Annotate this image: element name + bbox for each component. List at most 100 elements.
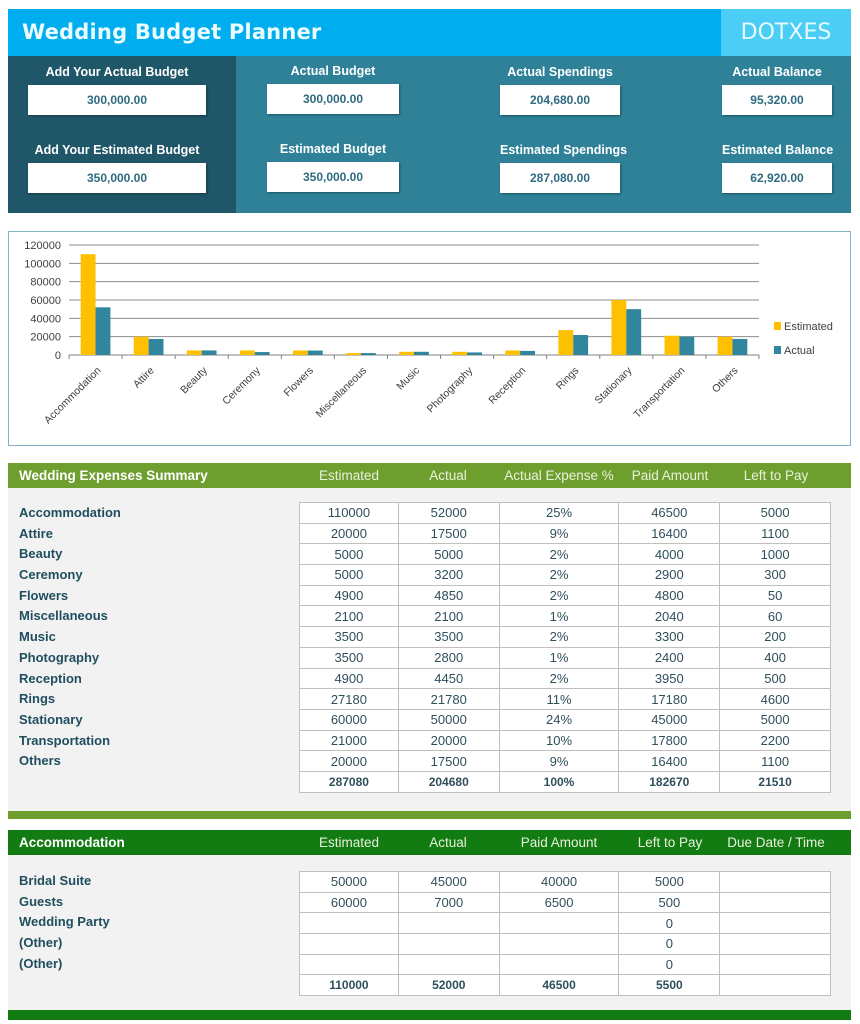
table-cell[interactable]: 16400 [618,750,721,772]
table-cell[interactable]: 1% [498,646,620,669]
table-cell[interactable]: 16400 [618,522,721,545]
table-cell[interactable]: 60000 [299,891,399,914]
table-cell[interactable]: 3500 [397,626,500,648]
table-cell[interactable]: 9% [498,750,620,772]
table-cell[interactable]: 24% [498,708,620,731]
table-cell[interactable] [498,933,620,955]
table-cell[interactable] [397,933,500,955]
table-cell[interactable]: 50 [719,584,831,607]
table-cell[interactable]: 50000 [397,708,500,731]
column-header[interactable]: Left to Pay [744,468,809,483]
table-cell[interactable]: 40000 [498,871,620,893]
table-cell[interactable]: 3500 [299,626,399,648]
table-cell[interactable]: 0 [618,953,721,976]
table-cell[interactable]: 500 [618,891,721,914]
table-cell[interactable] [719,953,831,976]
table-cell[interactable]: 2% [498,667,620,690]
table-cell[interactable]: 5000 [719,502,831,524]
table-cell[interactable]: 2% [498,564,620,586]
estimated-budget-input[interactable]: 350,000.00 [28,163,206,193]
table-cell[interactable]: 10% [498,729,620,752]
column-header[interactable]: Estimated [319,468,379,483]
table-cell[interactable]: 46500 [618,502,721,524]
table-cell[interactable]: 5000 [299,564,399,586]
column-header[interactable]: Actual [429,835,467,850]
table-cell[interactable]: 1000 [719,543,831,566]
table-cell[interactable]: 300 [719,564,831,586]
table-cell[interactable]: 60000 [299,708,399,731]
table-cell[interactable] [498,953,620,976]
table-cell[interactable]: 60 [719,605,831,628]
table-cell[interactable]: 3200 [397,564,500,586]
table-cell[interactable]: 45000 [618,708,721,731]
table-cell[interactable]: 2% [498,626,620,648]
table-cell[interactable]: 4800 [618,584,721,607]
table-cell[interactable]: 2100 [397,605,500,628]
column-header[interactable]: Paid Amount [521,835,598,850]
column-header[interactable]: Estimated [319,835,379,850]
table-cell[interactable]: 27180 [299,688,399,710]
table-cell[interactable]: 20000 [397,729,500,752]
table-cell[interactable]: 17500 [397,750,500,772]
table-cell[interactable]: 2800 [397,646,500,669]
table-cell[interactable]: 500 [719,667,831,690]
table-cell[interactable]: 2% [498,543,620,566]
table-cell[interactable]: 21000 [299,729,399,752]
table-cell[interactable]: 4900 [299,667,399,690]
table-cell[interactable]: 17800 [618,729,721,752]
table-cell[interactable]: 20000 [299,750,399,772]
table-cell[interactable] [498,912,620,935]
table-cell[interactable]: 17500 [397,522,500,545]
table-cell[interactable] [719,933,831,955]
table-cell[interactable]: 1% [498,605,620,628]
table-cell[interactable]: 3300 [618,626,721,648]
table-cell[interactable]: 1100 [719,522,831,545]
table-cell[interactable]: 3500 [299,646,399,669]
table-cell[interactable]: 110000 [299,502,399,524]
table-cell[interactable] [299,953,399,976]
table-cell[interactable]: 400 [719,646,831,669]
table-cell[interactable]: 5000 [719,708,831,731]
column-header[interactable]: Actual [429,468,467,483]
table-cell[interactable]: 2200 [719,729,831,752]
table-cell[interactable] [299,933,399,955]
table-cell[interactable]: 45000 [397,871,500,893]
table-cell[interactable]: 4000 [618,543,721,566]
actual-budget-input[interactable]: 300,000.00 [28,85,206,115]
table-cell[interactable] [719,891,831,914]
table-cell[interactable]: 7000 [397,891,500,914]
table-cell[interactable]: 2100 [299,605,399,628]
table-cell[interactable]: 6500 [498,891,620,914]
table-cell[interactable] [397,912,500,935]
table-cell[interactable]: 3950 [618,667,721,690]
table-cell[interactable]: 5000 [299,543,399,566]
column-header[interactable]: Due Date / Time [727,835,825,850]
table-cell[interactable]: 5000 [397,543,500,566]
table-cell[interactable]: 11% [498,688,620,710]
table-cell[interactable]: 21780 [397,688,500,710]
table-cell[interactable]: 0 [618,933,721,955]
column-header[interactable]: Actual Expense % [504,468,614,483]
table-cell[interactable] [299,912,399,935]
table-cell[interactable] [719,912,831,935]
table-cell[interactable]: 25% [498,502,620,524]
table-cell[interactable]: 200 [719,626,831,648]
table-cell[interactable]: 4450 [397,667,500,690]
table-cell[interactable] [719,871,831,893]
table-cell[interactable]: 2900 [618,564,721,586]
table-cell[interactable]: 2400 [618,646,721,669]
table-cell[interactable]: 1100 [719,750,831,772]
table-cell[interactable]: 4600 [719,688,831,710]
table-cell[interactable]: 2040 [618,605,721,628]
table-cell[interactable]: 4900 [299,584,399,607]
table-cell[interactable]: 0 [618,912,721,935]
table-cell[interactable]: 4850 [397,584,500,607]
table-cell[interactable]: 5000 [618,871,721,893]
table-cell[interactable]: 52000 [397,502,500,524]
table-cell[interactable]: 9% [498,522,620,545]
column-header[interactable]: Left to Pay [638,835,703,850]
table-cell[interactable]: 2% [498,584,620,607]
column-header[interactable]: Paid Amount [632,468,709,483]
table-cell[interactable]: 20000 [299,522,399,545]
table-cell[interactable]: 50000 [299,871,399,893]
